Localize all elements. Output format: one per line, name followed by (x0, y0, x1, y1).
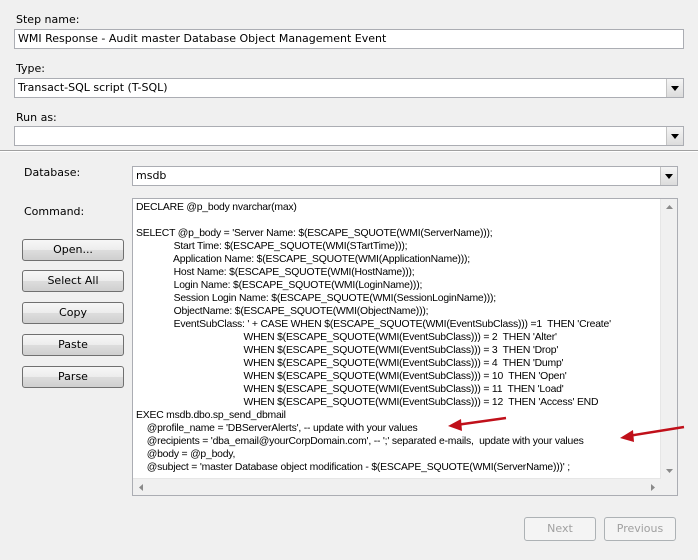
previous-button[interactable]: Previous (604, 517, 676, 541)
annotation-arrow-icon (448, 416, 507, 431)
annotation-arrows (448, 416, 685, 442)
next-button[interactable]: Next (524, 517, 596, 541)
annotation-arrow-icon (620, 425, 685, 442)
